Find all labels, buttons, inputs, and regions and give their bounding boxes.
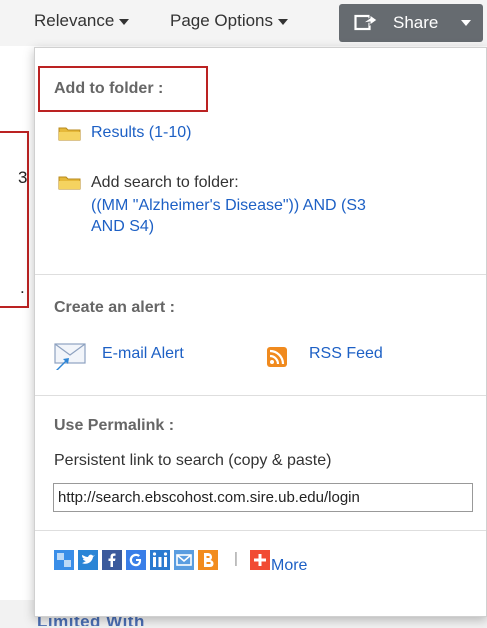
divider	[35, 530, 486, 531]
background-text-fragment: 3	[18, 168, 28, 187]
permalink-description: Persistent link to search (copy & paste)	[54, 452, 332, 469]
relevance-dropdown[interactable]: Relevance	[34, 11, 130, 31]
email-alert-icon	[54, 343, 86, 370]
create-alert-heading: Create an alert :	[54, 299, 175, 316]
email-icon[interactable]	[174, 550, 194, 570]
page-options-label: Page Options	[170, 11, 274, 30]
delicious-icon[interactable]	[54, 550, 74, 570]
separator: |	[234, 550, 238, 567]
permalink-field[interactable]: http://search.ebscohost.com.sire.ub.edu/…	[53, 483, 473, 512]
addthis-plus-icon	[250, 550, 270, 570]
folder-icon	[58, 176, 81, 190]
chevron-down-icon	[278, 18, 289, 25]
rss-icon	[267, 347, 287, 367]
mendeley-icon[interactable]	[150, 550, 170, 570]
share-icon	[354, 12, 378, 37]
facebook-icon[interactable]	[102, 550, 122, 570]
folder-icon	[58, 127, 81, 141]
divider	[35, 274, 486, 275]
email-alert-link[interactable]: E-mail Alert	[102, 345, 184, 363]
share-label: Share	[393, 13, 439, 32]
search-query-line: AND S4)	[91, 218, 155, 235]
add-to-folder-heading: Add to folder :	[54, 80, 164, 97]
share-dropdown-panel: Add to folder : Results (1-10) Add searc…	[34, 47, 487, 617]
background-text-fragment: .	[20, 278, 25, 297]
permalink-heading: Use Permalink :	[54, 417, 175, 434]
results-toolbar: Relevance Page Options Share	[0, 0, 487, 46]
divider	[35, 395, 486, 396]
google-icon[interactable]	[126, 550, 146, 570]
twitter-icon[interactable]	[78, 550, 98, 570]
add-search-label: Add search to folder:	[91, 174, 239, 191]
results-folder-link[interactable]: Results (1-10)	[91, 124, 191, 142]
search-query-line: ((MM "Alzheimer's Disease")) AND (S3	[91, 197, 366, 214]
chevron-down-icon	[461, 20, 471, 26]
search-query-link[interactable]: ((MM "Alzheimer's Disease")) AND (S3 AND…	[91, 197, 366, 236]
more-label: More	[271, 557, 308, 574]
share-button[interactable]: Share	[339, 4, 483, 42]
rss-feed-link[interactable]: RSS Feed	[309, 345, 383, 363]
relevance-label: Relevance	[34, 11, 115, 30]
page-options-dropdown[interactable]: Page Options	[170, 11, 289, 31]
blogger-icon[interactable]	[198, 550, 218, 570]
chevron-down-icon	[119, 18, 130, 25]
